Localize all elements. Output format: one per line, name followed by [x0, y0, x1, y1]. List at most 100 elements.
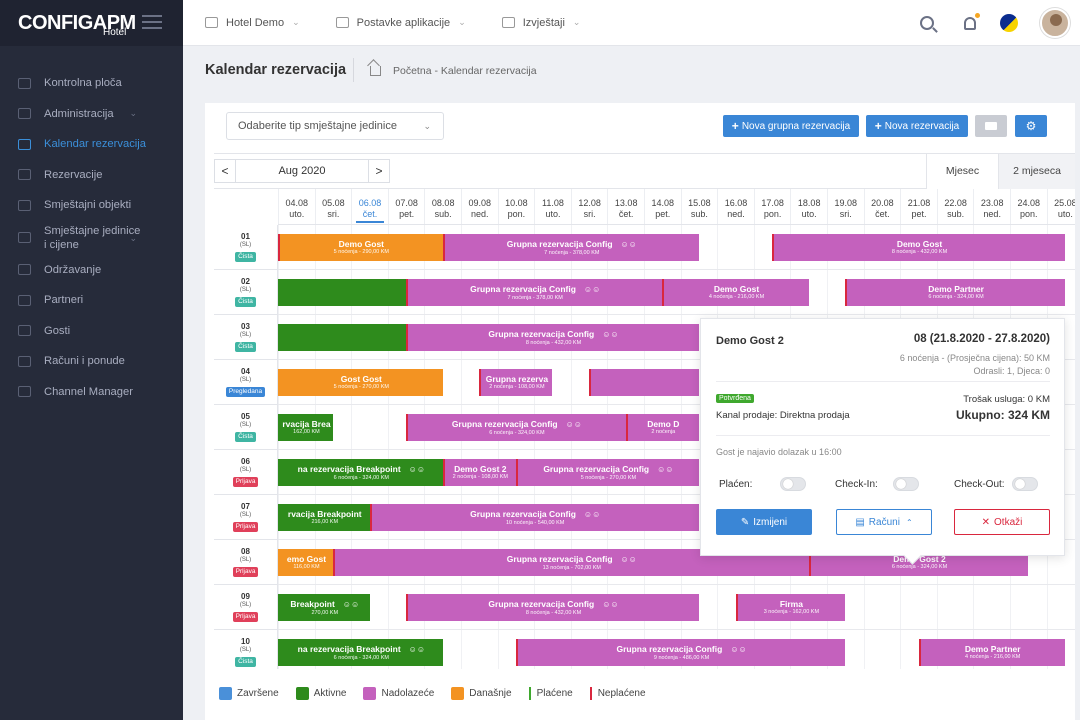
date-column-header[interactable]: 07.08 pet.	[387, 189, 425, 224]
sidebar-item-7[interactable]: Partneri	[0, 285, 183, 316]
room-row-header[interactable]: 02 (SL) Čista	[214, 270, 278, 315]
sidebar-item-1[interactable]: Administracija ⌄	[0, 99, 183, 130]
date-column-header[interactable]: 14.08 pet.	[644, 189, 681, 224]
reservation-bar[interactable]: rvacija Brea 162,00 KM	[278, 414, 333, 441]
room-row-header[interactable]: 06 (SL) Prljava	[214, 450, 278, 495]
date-column-header[interactable]: 11.08 uto.	[534, 189, 571, 224]
date-label: 13.08	[614, 198, 638, 208]
logo[interactable]: CONFIGAPM Hotel	[0, 0, 183, 46]
reservation-bar[interactable]: Grupna rezervacija Config ☺☺ 9 noćenja - 4…	[515, 639, 846, 666]
reservation-bar[interactable]: Grupna rezervacija Config ☺☺ 6 noćenja - 3…	[406, 414, 626, 441]
date-column-header[interactable]: 05.08 sri.	[314, 189, 352, 224]
date-column-header[interactable]: 18.08 uto.	[790, 189, 827, 224]
reservation-bar[interactable]: Demo Partner 4 noćenja - 216,00 KM	[918, 639, 1065, 666]
sidebar-item-2[interactable]: Kalendar rezervacija	[0, 129, 183, 160]
date-column-header[interactable]: 16.08 ned.	[717, 189, 754, 224]
room-row-header[interactable]: 04 (SL) Pregledana	[214, 360, 278, 405]
date-column-header[interactable]: 15.08 sub.	[680, 189, 718, 224]
reservation-bar[interactable]	[589, 369, 699, 396]
date-column-header[interactable]: 04.08 uto.	[278, 189, 315, 224]
room-row-header[interactable]: 10 (SL) Čista	[214, 630, 278, 669]
date-column-header[interactable]: 08.08 sub.	[424, 189, 461, 224]
prev-month-button[interactable]: <	[214, 159, 236, 183]
reservation-bar[interactable]: na rezervacija Breakpoint ☺☺ 6 noćenja - 3…	[278, 459, 443, 486]
sidebar-item-0[interactable]: Kontrolna ploča	[0, 68, 183, 99]
reservation-bar[interactable]: Demo Gost 5 noćenja - 290,00 KM	[278, 234, 443, 261]
room-row-header[interactable]: 01 (SL) Čista	[214, 225, 278, 270]
cancel-button[interactable]: ✕ Otkaži	[954, 509, 1050, 535]
reservation-bar[interactable]: Demo Partner 6 noćenja - 324,00 KM	[845, 279, 1065, 306]
room-row-header[interactable]: 03 (SL) Čista	[214, 315, 278, 360]
bell-icon[interactable]	[964, 12, 980, 30]
reservation-bar[interactable]: na rezervacija Breakpoint ☺☺ 6 noćenja - 3…	[278, 639, 443, 666]
date-column-header[interactable]: 24.08 pon.	[1010, 189, 1047, 224]
topnav-item-0[interactable]: Hotel Demo ⌄	[205, 17, 300, 29]
date-column-header[interactable]: 17.08 pon.	[753, 189, 791, 224]
home-icon[interactable]	[370, 66, 381, 76]
sidebar-item-8[interactable]: Gosti	[0, 316, 183, 347]
weekday-label: ned.	[983, 209, 1001, 219]
sidebar-item-6[interactable]: Održavanje	[0, 255, 183, 286]
paid-toggle[interactable]	[780, 477, 807, 491]
new-group-reservation-button[interactable]: + Nova grupna rezervacija	[723, 115, 859, 137]
date-column-header[interactable]: 09.08 ned.	[461, 189, 498, 224]
unit-type-select[interactable]: Odaberite tip smještajne jedinice ⌄	[226, 112, 444, 140]
reservation-bar[interactable]: Demo Gost 22 noćenja - 108,00 KM	[442, 459, 516, 486]
reservation-bar[interactable]: emo Gost 116,00 KM	[278, 549, 333, 576]
reservation-bar[interactable]: Grupna rezervacija Config ☺☺ 7 noćenja - 3…	[406, 279, 663, 306]
reservation-bar[interactable]: Demo D2 noćenja	[625, 414, 699, 441]
room-row-header[interactable]: 05 (SL) Čista	[214, 405, 278, 450]
reservation-bar[interactable]: Grupna rezervacija Config ☺☺ 7 noćenja - 3…	[442, 234, 699, 261]
tab-two-months[interactable]: 2 mjeseca	[999, 154, 1075, 189]
topnav-item-2[interactable]: Izvještaji ⌄	[501, 17, 580, 29]
reservation-bar[interactable]: Demo Gost 4 noćenja - 216,00 KM	[662, 279, 809, 306]
room-row-header[interactable]: 08 (SL) Prljava	[214, 540, 278, 585]
date-column-header[interactable]: 21.08 pet.	[900, 189, 937, 224]
date-column-header[interactable]: 12.08 sri.	[570, 189, 608, 224]
reservation-bar[interactable]: rvacija Breakpoint 216,00 KM	[278, 504, 370, 531]
sidebar-item-4[interactable]: Smještajni objekti	[0, 190, 183, 221]
invoices-button[interactable]: ▤ Računi ⌃	[836, 509, 932, 535]
date-column-header[interactable]: 22.08 sub.	[936, 189, 974, 224]
hamburger-menu-icon[interactable]	[142, 15, 162, 29]
reservation-bar[interactable]: Gost Gost 5 noćenja - 270,00 KM	[278, 369, 443, 396]
reservation-title-text: Grupna rezerva	[485, 374, 549, 384]
breadcrumb-text[interactable]: Početna - Kalendar rezervacija	[393, 65, 537, 77]
checkin-toggle[interactable]	[892, 477, 919, 491]
tab-month[interactable]: Mjesec	[926, 154, 999, 189]
user-avatar[interactable]	[1040, 8, 1070, 38]
reservation-bar[interactable]: Grupna rezervacija Config ☺☺ 5 noćenja - 2…	[515, 459, 699, 486]
date-column-header[interactable]: 19.08 sri.	[827, 189, 864, 224]
checkout-toggle[interactable]	[1011, 477, 1038, 491]
date-column-header[interactable]: 06.08 čet.	[351, 189, 388, 224]
sidebar-item-10[interactable]: Channel Manager	[0, 377, 183, 408]
next-month-button[interactable]: >	[368, 159, 390, 183]
date-column-header[interactable]: 10.08 pon.	[497, 189, 535, 224]
new-reservation-button[interactable]: + Nova rezervacija	[866, 115, 968, 137]
sidebar-item-5[interactable]: Smještajne jedinice i cijene ⌄	[0, 221, 183, 255]
reservation-bar[interactable]: Firma 3 noćenja - 162,00 KM	[735, 594, 846, 621]
search-icon[interactable]	[920, 16, 934, 30]
reservation-bar[interactable]	[278, 324, 407, 351]
date-column-header[interactable]: 20.08 čet.	[863, 189, 901, 224]
date-column-header[interactable]: 13.08 čet.	[607, 189, 644, 224]
room-row-header[interactable]: 07 (SL) Prljava	[214, 495, 278, 540]
date-column-header[interactable]: 25.08 uto.	[1046, 189, 1075, 224]
print-button[interactable]	[975, 115, 1007, 137]
room-row-header[interactable]: 09 (SL) Prljava	[214, 585, 278, 630]
topnav-item-1[interactable]: Postavke aplikacije ⌄	[335, 17, 466, 29]
date-column-header[interactable]: 23.08 ned.	[973, 189, 1010, 224]
reservation-bar[interactable]: Demo Gost 8 noćenja - 432,00 KM	[772, 234, 1065, 261]
language-flag-icon[interactable]	[1000, 14, 1018, 32]
reservation-bar[interactable]: Grupna rezervacija Config ☺☺ 10 noćenja - …	[369, 504, 699, 531]
reservation-bar[interactable]	[278, 279, 407, 306]
reservation-bar[interactable]: Breakpoint ☺☺ 270,00 KM	[278, 594, 370, 621]
current-month[interactable]: Aug 2020	[236, 159, 368, 183]
reservation-bar[interactable]: Grupna rezerva 2 noćenja - 108,00 KM	[479, 369, 553, 396]
sidebar-item-9[interactable]: Računi i ponude	[0, 346, 183, 377]
edit-button[interactable]: ✎ Izmijeni	[716, 509, 812, 535]
reservation-bar[interactable]: Grupna rezervacija Config ☺☺ 8 noćenja - 4…	[406, 594, 699, 621]
sidebar-item-3[interactable]: Rezervacije	[0, 160, 183, 191]
settings-button[interactable]: ⚙	[1015, 115, 1047, 137]
reservation-bar[interactable]: Grupna rezervacija Config ☺☺ 8 noćenja - 4…	[406, 324, 699, 351]
